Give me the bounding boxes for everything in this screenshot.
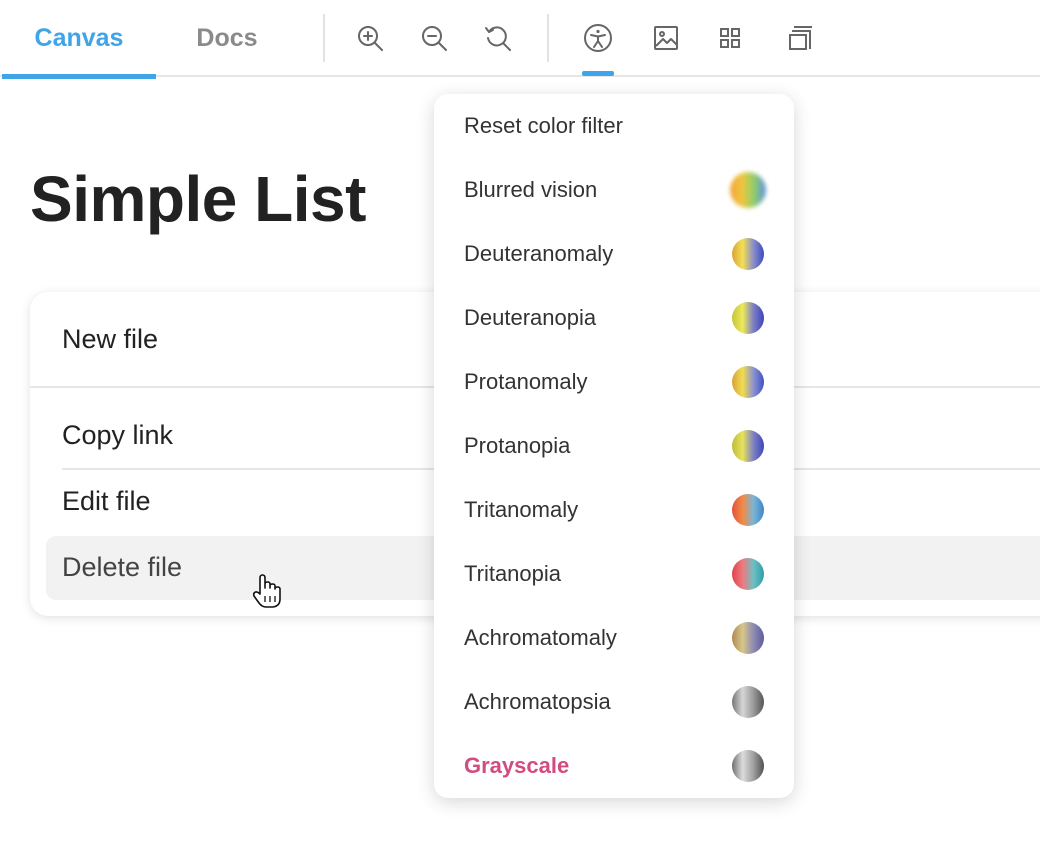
grayscale-swatch-icon xyxy=(732,750,764,782)
tritanomaly-swatch-icon xyxy=(732,494,764,526)
menu-item-tritanopia[interactable]: Tritanopia xyxy=(464,554,764,594)
menu-item-deuteranopia[interactable]: Deuteranopia xyxy=(464,298,764,338)
menu-item-protanopia[interactable]: Protanopia xyxy=(464,426,764,466)
menu-item-reset-color-filter[interactable]: Reset color filter xyxy=(464,106,764,146)
achromatomaly-swatch-icon xyxy=(732,622,764,654)
page-title: Simple List xyxy=(30,163,366,235)
menu-item-achromatomaly[interactable]: Achromatomaly xyxy=(464,618,764,658)
zoom-in-button[interactable] xyxy=(352,18,388,58)
list-item-copy-link[interactable]: Copy link xyxy=(62,420,173,451)
image-icon xyxy=(654,26,678,50)
tritanopia-swatch-icon xyxy=(732,558,764,590)
toolbar-divider xyxy=(547,14,549,62)
menu-item-tritanomaly[interactable]: Tritanomaly xyxy=(464,490,764,530)
toolbar: Canvas Docs xyxy=(0,0,1040,79)
layers-icon xyxy=(789,26,812,50)
accessibility-button[interactable] xyxy=(580,18,616,76)
deuteranopia-swatch-icon xyxy=(732,302,764,334)
menu-item-grayscale[interactable]: Grayscale xyxy=(464,746,764,786)
toolbar-divider xyxy=(323,14,325,62)
protanopia-swatch-icon xyxy=(732,430,764,462)
reset-zoom-icon xyxy=(485,26,511,51)
zoom-out-icon xyxy=(422,26,447,51)
zoom-out-button[interactable] xyxy=(416,18,452,58)
menu-item-blurred-vision[interactable]: Blurred vision xyxy=(464,170,764,210)
menu-item-protanomaly[interactable]: Protanomaly xyxy=(464,362,764,402)
achromatopsia-swatch-icon xyxy=(732,686,764,718)
reset-zoom-button[interactable] xyxy=(480,18,516,58)
layers-button[interactable] xyxy=(780,18,816,58)
list-item-new-file[interactable]: New file xyxy=(62,324,158,355)
hand-cursor-icon xyxy=(252,574,281,608)
image-button[interactable] xyxy=(648,18,684,58)
accessibility-icon xyxy=(584,24,612,52)
blurred-vision-swatch-icon xyxy=(730,172,766,208)
list-item-delete-file[interactable]: Delete file xyxy=(62,552,182,583)
grid-icon xyxy=(720,28,740,48)
grid-button[interactable] xyxy=(712,18,748,58)
tab-canvas[interactable]: Canvas xyxy=(2,0,156,79)
color-filter-menu: Reset color filter Blurred vision Deuter… xyxy=(434,94,794,798)
menu-item-achromatopsia[interactable]: Achromatopsia xyxy=(464,682,764,722)
tab-docs[interactable]: Docs xyxy=(156,0,298,77)
zoom-in-icon xyxy=(358,26,383,51)
protanomaly-swatch-icon xyxy=(732,366,764,398)
list-item-edit-file[interactable]: Edit file xyxy=(62,486,151,517)
menu-item-deuteranomaly[interactable]: Deuteranomaly xyxy=(464,234,764,274)
deuteranomaly-swatch-icon xyxy=(732,238,764,270)
